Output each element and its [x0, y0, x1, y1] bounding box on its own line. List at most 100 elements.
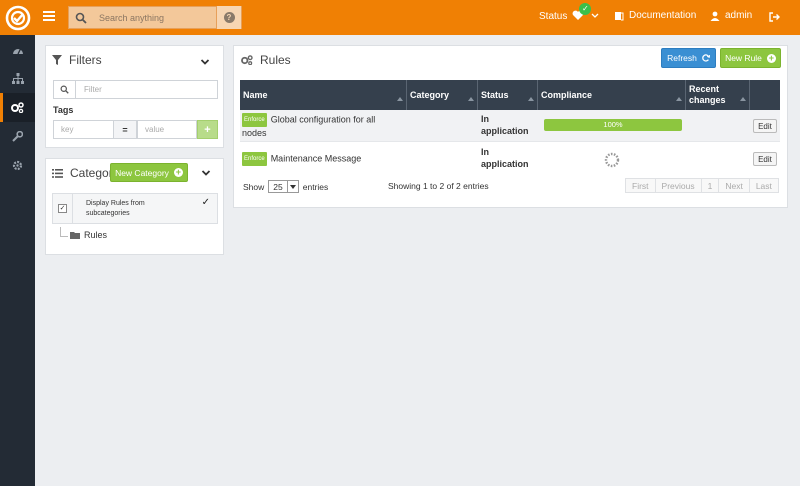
pager-page-1[interactable]: 1: [700, 178, 720, 193]
enforce-badge: Enforce: [242, 113, 267, 127]
sidebar-item-nodes[interactable]: [0, 64, 35, 93]
check-icon: ✓: [579, 3, 592, 15]
tree-node-rules[interactable]: Rules: [70, 230, 107, 240]
compliance-bar[interactable]: 100%: [544, 119, 682, 131]
subcategories-label-line2: subcategories: [86, 210, 130, 217]
tag-key-field: [53, 120, 114, 139]
edit-rule-button[interactable]: Edit: [753, 119, 777, 133]
table-info: Showing 1 to 2 of 2 entries: [388, 181, 489, 191]
rule-name-cell[interactable]: Enforce Maintenance Message: [242, 143, 406, 175]
list-icon: [52, 168, 63, 178]
tree-node-label: Rules: [84, 230, 108, 240]
page-size-select[interactable]: 25: [268, 180, 299, 193]
table-row[interactable]: Enforce Maintenance Message In applicatio…: [240, 143, 780, 175]
filter-input[interactable]: [77, 81, 217, 98]
checkbox-cell: ✓: [53, 194, 73, 223]
settings-icon: [12, 160, 23, 171]
status-line1: In: [481, 147, 489, 157]
column-header-category[interactable]: Category: [407, 80, 478, 110]
tags-label: Tags: [53, 105, 74, 115]
sidebar-item-settings[interactable]: [0, 151, 35, 180]
tag-value-field: [137, 120, 197, 139]
new-category-label: New Category: [115, 167, 169, 178]
categories-header: Categor: [52, 166, 113, 180]
chevron-down-icon: [591, 13, 599, 18]
refresh-label: Refresh: [667, 53, 697, 63]
filters-header: Filters: [52, 53, 102, 67]
user-menu[interactable]: admin: [710, 10, 752, 21]
wrench-icon: [12, 131, 23, 142]
folder-icon: [70, 232, 80, 239]
entries-label: entries: [302, 181, 329, 192]
subcategories-option[interactable]: ✓ Display Rules from subcategories ✓: [52, 193, 218, 224]
sidebar-item-dashboard[interactable]: [0, 35, 35, 64]
sidebar-item-rules[interactable]: [0, 93, 35, 122]
add-tag-button[interactable]: +: [197, 120, 218, 139]
column-header-name[interactable]: Name: [240, 80, 407, 110]
status-menu[interactable]: Status ✓: [539, 3, 599, 22]
search-help-button[interactable]: ?: [216, 6, 241, 29]
filter-funnel-icon: [52, 55, 62, 65]
rules-header: Rules: [241, 53, 291, 67]
rule-name-continued: nodes: [242, 128, 267, 138]
pager-previous[interactable]: Previous: [654, 178, 702, 193]
column-label: Recent changes: [689, 84, 726, 105]
check-mark-icon: ✓: [201, 197, 210, 208]
rudder-logo-icon[interactable]: [0, 0, 35, 35]
column-header-compliance[interactable]: Compliance: [538, 80, 686, 110]
compliance-fill: 100%: [544, 119, 682, 131]
refresh-button[interactable]: Refresh: [661, 48, 716, 68]
column-label: Category: [410, 90, 450, 100]
select-arrow-icon: [286, 181, 298, 192]
table-header: Name Category Status Compliance Recent c…: [240, 80, 780, 110]
nodes-icon: [11, 73, 24, 84]
filters-collapse-chevron-icon[interactable]: [200, 57, 210, 67]
sort-icon: [740, 97, 746, 101]
rules-icon: [11, 102, 24, 113]
new-rule-button[interactable]: New Rule +: [720, 48, 781, 68]
show-label: Show: [243, 181, 265, 192]
menu-toggle-icon[interactable]: [43, 11, 55, 23]
page-size-control: Show 25 entries: [243, 180, 328, 193]
loading-spinner-icon: [604, 152, 620, 168]
filter-search-icon: [54, 81, 76, 98]
page-size-value: 25: [273, 181, 283, 192]
sort-icon: [397, 97, 403, 101]
enforce-badge: Enforce: [242, 152, 267, 166]
documentation-label: Documentation: [629, 10, 697, 21]
tag-key-input[interactable]: [54, 121, 113, 138]
status-line2: application: [481, 126, 529, 136]
rule-status-cell: In application: [481, 143, 537, 175]
table-row[interactable]: Enforce Global configuration for all node…: [240, 110, 780, 142]
filters-title: Filters: [69, 53, 102, 67]
column-header-recent-changes[interactable]: Recent changes: [686, 80, 750, 110]
new-rule-label: New Rule: [725, 53, 762, 63]
new-category-button[interactable]: New Category +: [110, 163, 188, 182]
tag-value-input[interactable]: [138, 121, 196, 138]
tree-connector: [60, 227, 68, 237]
column-header-status[interactable]: Status: [478, 80, 538, 110]
rules-title: Rules: [260, 53, 291, 67]
categories-title: Categor: [70, 166, 113, 180]
subcategories-label-line1: Display Rules from: [86, 200, 145, 207]
plus-circle-icon: +: [766, 52, 776, 63]
filters-panel: Filters Tags = +: [45, 45, 224, 148]
sort-icon: [468, 97, 474, 101]
edit-rule-button[interactable]: Edit: [753, 152, 777, 166]
status-line1: In: [481, 114, 489, 124]
logout-icon: [769, 12, 780, 22]
search-icon: [75, 12, 87, 24]
pager-first[interactable]: First: [625, 178, 656, 193]
rule-name: Maintenance Message: [270, 153, 362, 164]
left-sidebar: [0, 35, 35, 486]
subcategories-checkbox[interactable]: ✓: [58, 204, 67, 213]
pager-next[interactable]: Next: [718, 178, 750, 193]
search-input[interactable]: [99, 10, 211, 26]
pager-last[interactable]: Last: [748, 178, 779, 193]
rule-name: Global configuration for all: [270, 114, 376, 125]
logout-button[interactable]: [769, 12, 780, 22]
documentation-link[interactable]: Documentation: [614, 10, 696, 21]
rule-name-cell[interactable]: Enforce Global configuration for all node…: [242, 110, 406, 142]
categories-collapse-chevron-icon[interactable]: [201, 168, 211, 178]
sidebar-item-utilities[interactable]: [0, 122, 35, 151]
